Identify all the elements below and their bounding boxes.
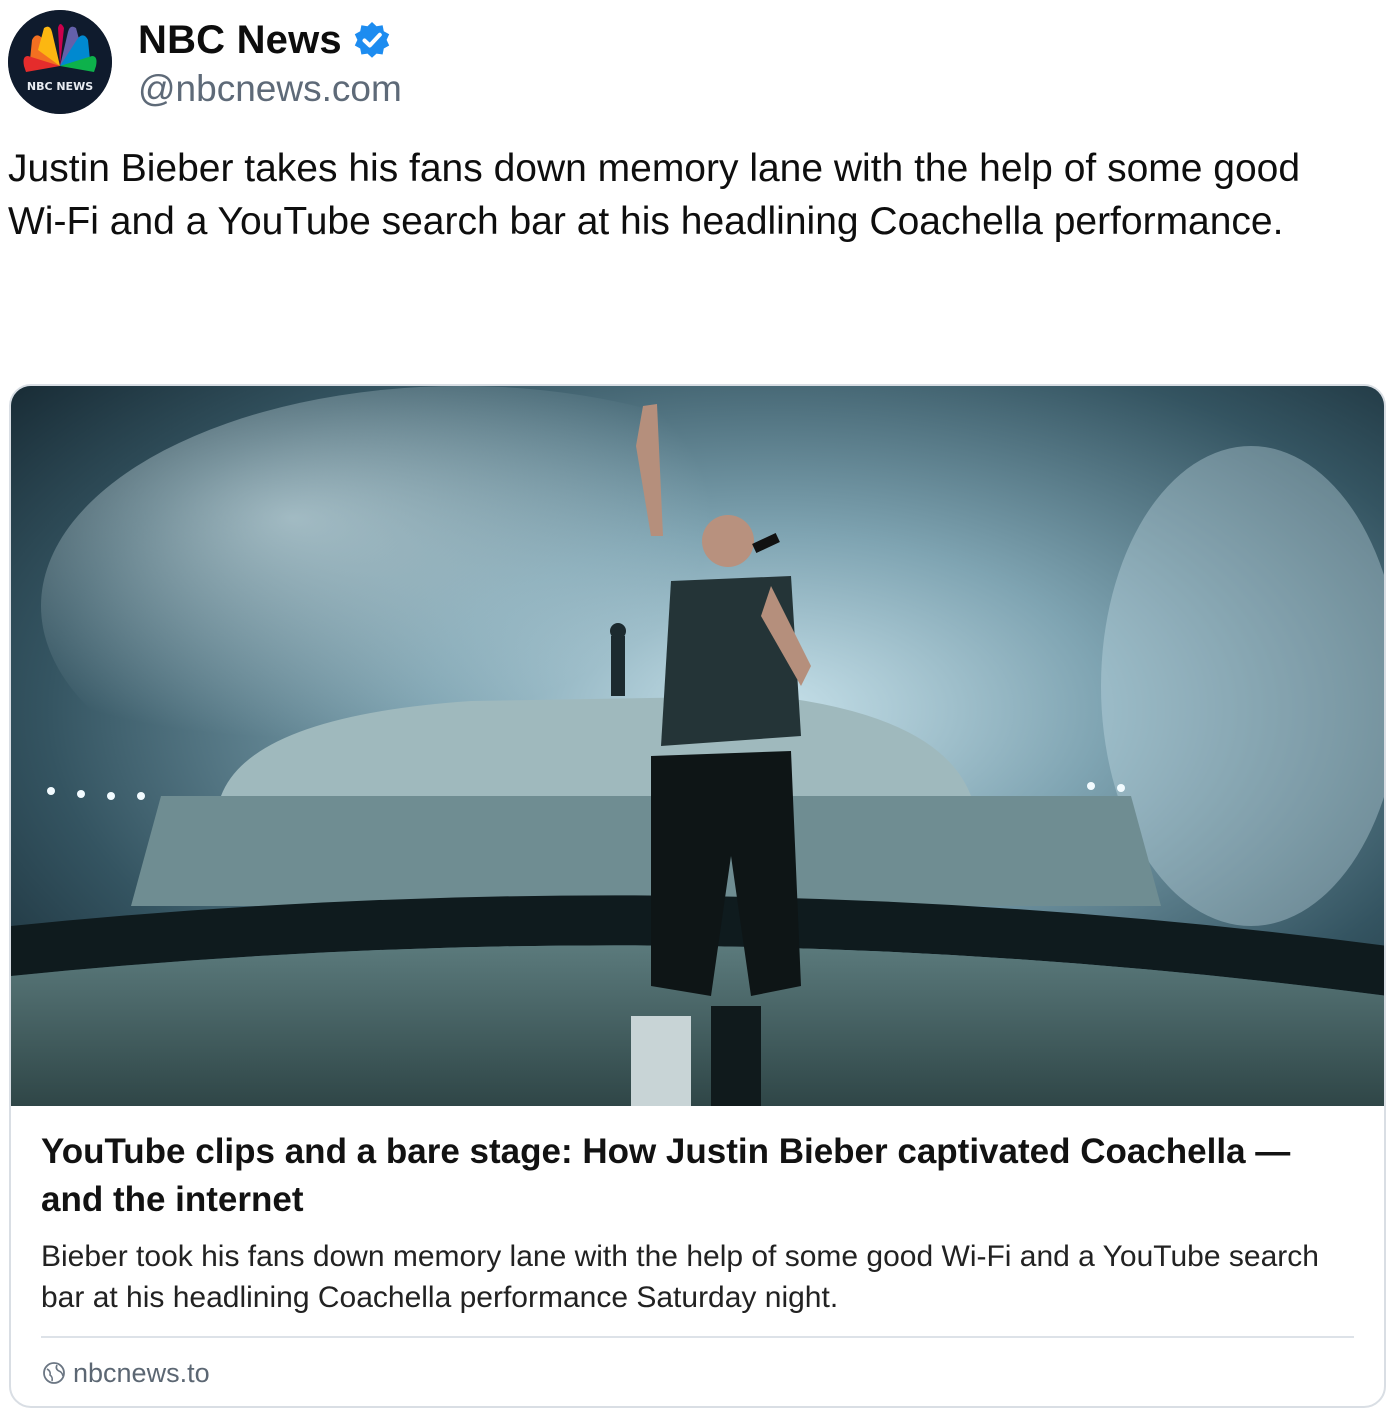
card-image[interactable] — [11, 386, 1384, 1106]
verified-check-icon — [354, 22, 390, 58]
svg-text:NBC NEWS: NBC NEWS — [27, 80, 93, 93]
card-description: Bieber took his fans down memory lane wi… — [41, 1240, 1319, 1314]
card-title[interactable]: YouTube clips and a bare stage: How Just… — [41, 1128, 1354, 1224]
concert-photo — [11, 386, 1384, 1106]
link-card[interactable]: YouTube clips and a bare stage: How Just… — [9, 384, 1386, 1408]
display-name[interactable]: NBC News — [138, 18, 342, 63]
globe-icon — [43, 1362, 65, 1384]
post-header: NBC NEWS NBC News @nbcnews.com — [8, 10, 402, 114]
card-body: YouTube clips and a bare stage: How Just… — [11, 1106, 1384, 1406]
author-block: NBC News @nbcnews.com — [138, 10, 402, 110]
avatar[interactable]: NBC NEWS — [8, 10, 112, 114]
card-domain-text: nbcnews.to — [73, 1357, 210, 1388]
name-row: NBC News — [138, 14, 402, 66]
handle[interactable]: @nbcnews.com — [138, 68, 402, 110]
card-domain[interactable]: nbcnews.to — [41, 1338, 1354, 1406]
nbc-peacock-logo: NBC NEWS — [8, 10, 112, 114]
post-text: Justin Bieber takes his fans down memory… — [8, 147, 1301, 243]
